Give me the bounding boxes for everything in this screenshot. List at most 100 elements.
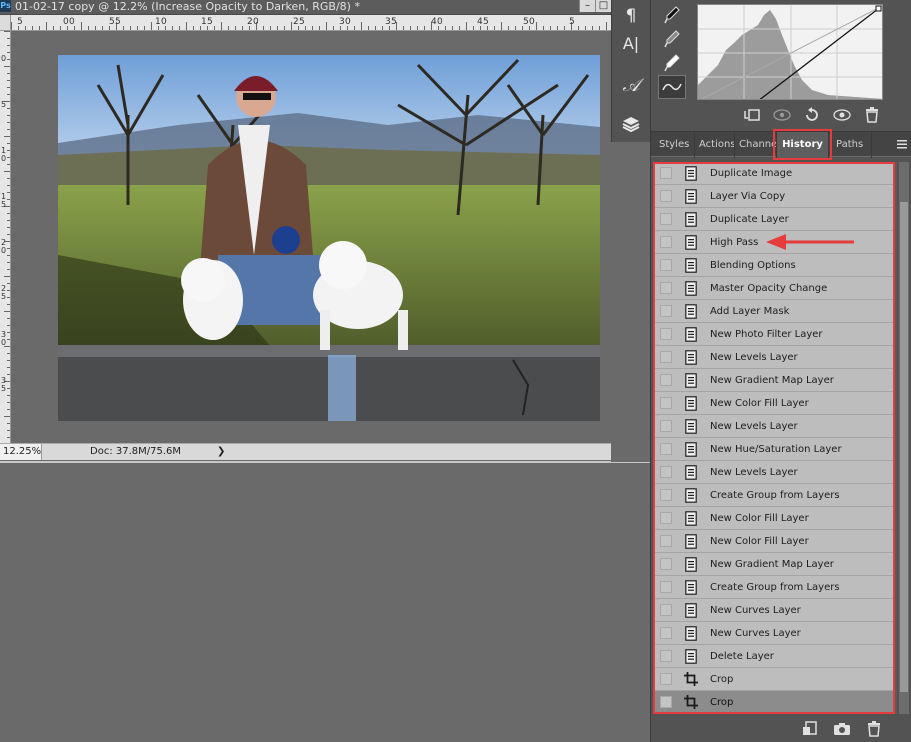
history-source-checkbox[interactable] <box>660 627 672 639</box>
history-source-checkbox[interactable] <box>660 558 672 570</box>
glyphs-icon[interactable]: 𝒜 <box>616 72 646 98</box>
history-state-row[interactable]: New Color Fill Layer <box>655 530 895 553</box>
history-source-checkbox[interactable] <box>660 305 672 317</box>
curves-histogram[interactable] <box>697 4 883 100</box>
trash-icon[interactable] <box>865 720 883 738</box>
zoom-level-field[interactable]: 12.25% <box>0 444 42 460</box>
history-state-label: New Gradient Map Layer <box>710 374 834 386</box>
history-source-checkbox[interactable] <box>660 673 672 685</box>
history-state-row[interactable]: New Curves Layer <box>655 599 895 622</box>
history-source-checkbox[interactable] <box>660 167 672 179</box>
ruler-tick <box>7 423 10 424</box>
history-source-checkbox[interactable] <box>660 351 672 363</box>
history-source-checkbox[interactable] <box>660 282 672 294</box>
document-size-info[interactable]: Doc: 37.8M/75.6M <box>90 444 181 459</box>
history-state-row[interactable]: New Curves Layer <box>655 622 895 645</box>
history-source-checkbox[interactable] <box>660 420 672 432</box>
history-state-row[interactable]: Blending Options <box>655 254 895 277</box>
trash-icon[interactable] <box>863 106 881 124</box>
history-state-row[interactable]: New Levels Layer <box>655 415 895 438</box>
history-source-checkbox[interactable] <box>660 374 672 386</box>
history-state-row[interactable]: Layer Via Copy <box>655 185 895 208</box>
ruler-tick <box>7 185 10 186</box>
character-icon[interactable]: A| <box>616 30 646 56</box>
history-source-checkbox[interactable] <box>660 236 672 248</box>
history-state-row[interactable]: New Gradient Map Layer <box>655 369 895 392</box>
history-source-checkbox[interactable] <box>660 489 672 501</box>
panel-menu-icon[interactable] <box>896 138 908 150</box>
history-source-checkbox[interactable] <box>660 328 672 340</box>
history-state-row[interactable]: New Color Fill Layer <box>655 392 895 415</box>
history-state-label: Create Group from Layers <box>710 489 840 501</box>
horizontal-ruler[interactable]: 500551015202530354045505 <box>11 15 611 31</box>
history-state-row[interactable]: Duplicate Layer <box>655 208 895 231</box>
scrollbar-thumb[interactable] <box>900 202 908 692</box>
maximize-button[interactable]: □ <box>595 0 611 12</box>
history-state-row[interactable]: Create Group from Layers <box>655 576 895 599</box>
history-source-checkbox[interactable] <box>660 581 672 593</box>
layers-icon[interactable] <box>616 111 646 137</box>
ruler-label: 5 <box>1 100 7 109</box>
black-point-eyedropper-icon[interactable] <box>658 3 686 27</box>
history-source-checkbox[interactable] <box>660 213 672 225</box>
history-state-row[interactable]: New Hue/Saturation Layer <box>655 438 895 461</box>
document-icon <box>684 556 698 572</box>
document-tab[interactable]: Ps 01-02-17 copy @ 12.2% (Increase Opaci… <box>0 0 611 15</box>
ruler-label: 1 0 <box>1 146 7 163</box>
view-previous-state-icon[interactable] <box>773 106 791 124</box>
history-state-row[interactable]: Master Opacity Change <box>655 277 895 300</box>
vertical-ruler[interactable]: 0 5 1 0 1 5 2 0 2 5 3 0 3 5 <box>0 31 11 443</box>
dock-gap <box>611 142 650 462</box>
history-source-checkbox[interactable] <box>660 397 672 409</box>
reset-icon[interactable] <box>803 106 821 124</box>
ruler-tick <box>7 318 10 319</box>
history-scrollbar[interactable] <box>899 162 909 714</box>
history-state-row[interactable]: New Photo Filter Layer <box>655 323 895 346</box>
paragraph-icon[interactable]: ¶ <box>616 3 646 29</box>
history-state-row[interactable]: New Color Fill Layer <box>655 507 895 530</box>
history-state-row[interactable]: New Levels Layer <box>655 346 895 369</box>
ruler-tick <box>305 26 306 30</box>
ruler-origin[interactable] <box>0 15 11 31</box>
tab-paths[interactable]: Paths <box>832 132 872 158</box>
history-source-checkbox[interactable] <box>660 443 672 455</box>
history-source-checkbox[interactable] <box>660 696 672 708</box>
history-state-row[interactable]: Add Layer Mask <box>655 300 895 323</box>
chevron-right-icon[interactable]: ❯ <box>217 444 225 459</box>
ruler-tick <box>277 26 278 30</box>
history-source-checkbox[interactable] <box>660 512 672 524</box>
curve-edit-icon[interactable] <box>658 75 686 99</box>
clip-to-layer-icon[interactable] <box>743 106 761 124</box>
white-point-eyedropper-icon[interactable] <box>658 51 686 75</box>
canvas-area[interactable] <box>11 32 611 443</box>
gray-point-eyedropper-icon[interactable] <box>658 27 686 51</box>
ruler-label: 2 0 <box>1 238 7 255</box>
history-source-checkbox[interactable] <box>660 466 672 478</box>
visibility-eye-icon[interactable] <box>833 106 851 124</box>
document-icon <box>684 280 698 296</box>
ruler-tick <box>354 26 355 30</box>
document-image[interactable] <box>58 55 600 421</box>
history-state-row[interactable]: Crop <box>655 668 895 691</box>
tab-actions[interactable]: Actions <box>695 132 735 158</box>
history-state-row[interactable]: Crop <box>655 691 895 714</box>
history-state-row[interactable]: Duplicate Image <box>655 162 895 185</box>
history-state-row[interactable]: New Levels Layer <box>655 461 895 484</box>
ruler-label: 5 <box>391 17 397 27</box>
history-source-checkbox[interactable] <box>660 190 672 202</box>
tab-history[interactable]: History <box>777 132 829 158</box>
tab-styles[interactable]: Styles <box>655 132 695 158</box>
history-source-checkbox[interactable] <box>660 535 672 547</box>
history-source-checkbox[interactable] <box>660 604 672 616</box>
ruler-tick <box>7 38 10 39</box>
history-source-checkbox[interactable] <box>660 650 672 662</box>
history-state-row[interactable]: Create Group from Layers <box>655 484 895 507</box>
history-source-checkbox[interactable] <box>660 259 672 271</box>
camera-snapshot-icon[interactable] <box>833 720 851 738</box>
minimize-button[interactable]: – <box>579 0 595 12</box>
tab-channels[interactable]: Channels <box>735 132 777 158</box>
new-document-from-state-icon[interactable] <box>801 720 819 738</box>
history-state-row[interactable]: Delete Layer <box>655 645 895 668</box>
history-state-row[interactable]: New Gradient Map Layer <box>655 553 895 576</box>
document-icon <box>684 533 698 549</box>
